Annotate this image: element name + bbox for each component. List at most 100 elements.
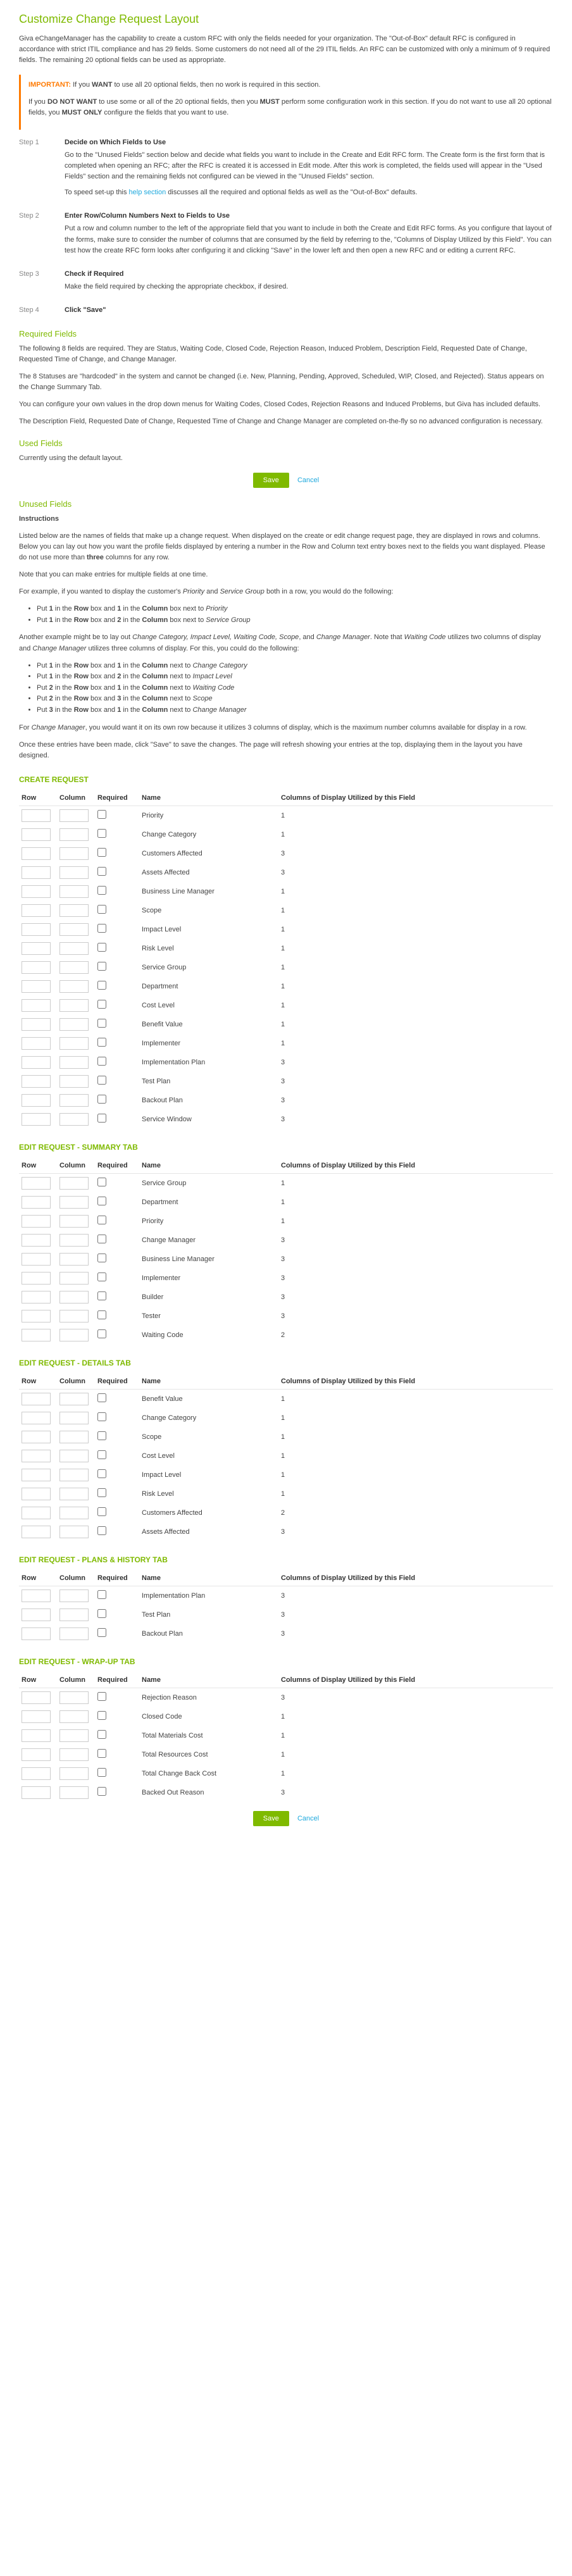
required-checkbox[interactable] — [97, 1450, 106, 1459]
required-checkbox[interactable] — [97, 1469, 106, 1478]
required-checkbox[interactable] — [97, 886, 106, 895]
row-input[interactable] — [22, 1526, 51, 1538]
column-input[interactable] — [59, 1786, 89, 1799]
save-button-bottom[interactable]: Save — [253, 1811, 289, 1826]
required-checkbox[interactable] — [97, 1393, 106, 1402]
row-input[interactable] — [22, 1075, 51, 1088]
row-input[interactable] — [22, 1272, 51, 1285]
required-checkbox[interactable] — [97, 1197, 106, 1205]
row-input[interactable] — [22, 961, 51, 974]
cancel-button[interactable]: Cancel — [297, 476, 319, 484]
column-input[interactable] — [59, 1469, 89, 1481]
row-input[interactable] — [22, 1393, 51, 1405]
row-input[interactable] — [22, 809, 51, 822]
required-checkbox[interactable] — [97, 1749, 106, 1758]
column-input[interactable] — [59, 1488, 89, 1500]
column-input[interactable] — [59, 847, 89, 860]
row-input[interactable] — [22, 999, 51, 1012]
column-input[interactable] — [59, 980, 89, 993]
required-checkbox[interactable] — [97, 867, 106, 876]
row-input[interactable] — [22, 1450, 51, 1462]
row-input[interactable] — [22, 1253, 51, 1266]
required-checkbox[interactable] — [97, 1787, 106, 1796]
row-input[interactable] — [22, 980, 51, 993]
row-input[interactable] — [22, 1627, 51, 1640]
help-link[interactable]: help section — [129, 189, 166, 196]
column-input[interactable] — [59, 1291, 89, 1304]
column-input[interactable] — [59, 1412, 89, 1424]
required-checkbox[interactable] — [97, 1095, 106, 1104]
column-input[interactable] — [59, 1767, 89, 1780]
row-input[interactable] — [22, 1469, 51, 1481]
column-input[interactable] — [59, 961, 89, 974]
column-input[interactable] — [59, 1729, 89, 1742]
required-checkbox[interactable] — [97, 1216, 106, 1224]
required-checkbox[interactable] — [97, 1076, 106, 1085]
required-checkbox[interactable] — [97, 1730, 106, 1739]
required-checkbox[interactable] — [97, 943, 106, 952]
column-input[interactable] — [59, 1215, 89, 1228]
column-input[interactable] — [59, 923, 89, 936]
column-input[interactable] — [59, 1113, 89, 1126]
required-checkbox[interactable] — [97, 981, 106, 990]
required-checkbox[interactable] — [97, 1431, 106, 1440]
column-input[interactable] — [59, 1253, 89, 1266]
row-input[interactable] — [22, 847, 51, 860]
row-input[interactable] — [22, 1215, 51, 1228]
column-input[interactable] — [59, 1075, 89, 1088]
required-checkbox[interactable] — [97, 1235, 106, 1243]
row-input[interactable] — [22, 1729, 51, 1742]
row-input[interactable] — [22, 1037, 51, 1050]
row-input[interactable] — [22, 866, 51, 879]
column-input[interactable] — [59, 999, 89, 1012]
required-checkbox[interactable] — [97, 1000, 106, 1009]
column-input[interactable] — [59, 1094, 89, 1107]
required-checkbox[interactable] — [97, 1038, 106, 1047]
required-checkbox[interactable] — [97, 1768, 106, 1777]
column-input[interactable] — [59, 942, 89, 955]
column-input[interactable] — [59, 1018, 89, 1031]
required-checkbox[interactable] — [97, 1114, 106, 1123]
column-input[interactable] — [59, 1329, 89, 1341]
column-input[interactable] — [59, 1526, 89, 1538]
row-input[interactable] — [22, 923, 51, 936]
row-input[interactable] — [22, 1310, 51, 1322]
column-input[interactable] — [59, 1393, 89, 1405]
required-checkbox[interactable] — [97, 1628, 106, 1637]
required-checkbox[interactable] — [97, 1254, 106, 1262]
required-checkbox[interactable] — [97, 1590, 106, 1599]
column-input[interactable] — [59, 1627, 89, 1640]
row-input[interactable] — [22, 1507, 51, 1519]
row-input[interactable] — [22, 1710, 51, 1723]
required-checkbox[interactable] — [97, 1019, 106, 1028]
column-input[interactable] — [59, 809, 89, 822]
row-input[interactable] — [22, 1018, 51, 1031]
row-input[interactable] — [22, 1488, 51, 1500]
column-input[interactable] — [59, 1431, 89, 1443]
required-checkbox[interactable] — [97, 1178, 106, 1186]
row-input[interactable] — [22, 1234, 51, 1247]
column-input[interactable] — [59, 828, 89, 841]
required-checkbox[interactable] — [97, 1488, 106, 1497]
required-checkbox[interactable] — [97, 1692, 106, 1701]
row-input[interactable] — [22, 885, 51, 898]
required-checkbox[interactable] — [97, 1609, 106, 1618]
column-input[interactable] — [59, 1037, 89, 1050]
row-input[interactable] — [22, 1329, 51, 1341]
required-checkbox[interactable] — [97, 924, 106, 933]
row-input[interactable] — [22, 1177, 51, 1190]
required-checkbox[interactable] — [97, 1329, 106, 1338]
row-input[interactable] — [22, 1748, 51, 1761]
row-input[interactable] — [22, 904, 51, 917]
row-input[interactable] — [22, 1786, 51, 1799]
row-input[interactable] — [22, 1412, 51, 1424]
row-input[interactable] — [22, 1590, 51, 1602]
column-input[interactable] — [59, 1691, 89, 1704]
required-checkbox[interactable] — [97, 1526, 106, 1535]
column-input[interactable] — [59, 1748, 89, 1761]
required-checkbox[interactable] — [97, 1310, 106, 1319]
column-input[interactable] — [59, 1450, 89, 1462]
required-checkbox[interactable] — [97, 1291, 106, 1300]
required-checkbox[interactable] — [97, 1507, 106, 1516]
column-input[interactable] — [59, 866, 89, 879]
